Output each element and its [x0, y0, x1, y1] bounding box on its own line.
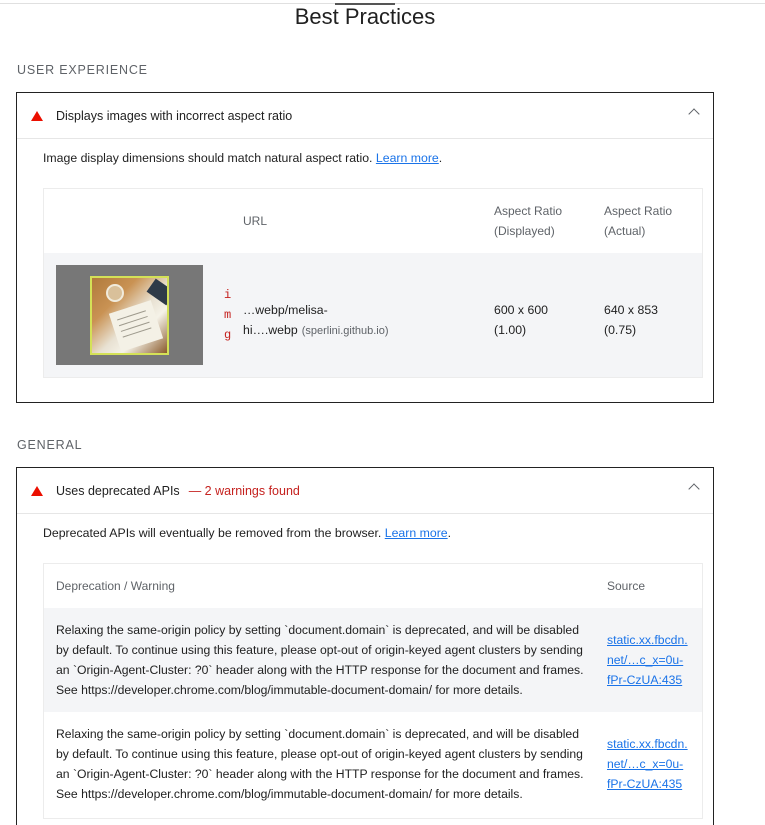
group-title-general: GENERAL [17, 438, 83, 452]
url-cell: …webp/melisa- hi….webp (sperlini.github.i… [243, 253, 494, 377]
header-actual-line1: Aspect Ratio [604, 204, 673, 218]
warning-cell: Relaxing the same-origin policy by setti… [44, 608, 607, 712]
table-header-row: URL Aspect Ratio (Displayed) Aspect Rati… [44, 189, 702, 253]
page-title: Best Practices [294, 4, 436, 29]
node-letter: m [224, 308, 232, 322]
group-title-user-experience: USER EXPERIENCE [17, 63, 148, 77]
actual-cell: 640 x 853 (0.75) [604, 253, 702, 377]
thumbnail-cell [44, 253, 205, 377]
displayed-size: 600 x 600 [494, 303, 549, 317]
warnings-count: — 2 warnings found [188, 483, 300, 498]
node-letter: g [224, 328, 232, 342]
chevron-up-icon[interactable] [688, 483, 700, 495]
image-thumbnail[interactable] [56, 265, 203, 365]
audit-deprecated-apis: Uses deprecated APIs — 2 warnings found … [16, 467, 714, 825]
header-url: URL [243, 214, 268, 228]
warning-line: by default. To continue using this featu… [56, 643, 583, 657]
warning-line: an `Origin-Agent-Cluster: ?0` header alo… [56, 663, 584, 677]
description-period: . [438, 151, 443, 165]
warning-line: by default. To continue using this featu… [56, 747, 583, 761]
source-link[interactable]: net/…c_x=0u- [607, 754, 702, 774]
warning-triangle-icon [31, 110, 43, 121]
warning-line: See https://developer.chrome.com/blog/im… [56, 787, 523, 801]
warning-triangle-icon [31, 485, 43, 496]
header-source: Source [607, 579, 646, 593]
node-letter: i [224, 288, 232, 302]
chevron-up-icon[interactable] [688, 108, 700, 120]
details-table-container: URL Aspect Ratio (Displayed) Aspect Rati… [43, 188, 703, 378]
source-link[interactable]: fPr-CzUA:435 [607, 774, 702, 794]
url-line1[interactable]: …webp/melisa- [243, 300, 494, 320]
audit-aspect-ratio: Displays images with incorrect aspect ra… [16, 92, 714, 403]
warning-cell: Relaxing the same-origin policy by setti… [44, 712, 607, 816]
actual-size: 640 x 853 [604, 303, 659, 317]
audit-title: Uses deprecated APIs [56, 483, 180, 498]
audit-description: Image display dimensions should match na… [17, 139, 713, 165]
actual-ratio: (0.75) [604, 323, 637, 337]
coffee-cup-image [106, 284, 124, 302]
audit-title: Displays images with incorrect aspect ra… [56, 108, 293, 123]
source-link[interactable]: fPr-CzUA:435 [607, 670, 702, 690]
header-actual-line2: (Actual) [604, 224, 646, 238]
notebook-image [108, 300, 164, 352]
warning-line: Relaxing the same-origin policy by setti… [56, 727, 579, 741]
header-displayed-line1: Aspect Ratio [494, 204, 563, 218]
audit-deprecated-header[interactable]: Uses deprecated APIs — 2 warnings found [17, 468, 713, 514]
table-row: i m g …webp/melisa- hi….webp (sperlini.gi… [44, 253, 702, 377]
warning-line: Relaxing the same-origin policy by setti… [56, 623, 579, 637]
deprecations-table: Deprecation / Warning Source Relaxing th… [44, 564, 702, 816]
source-link[interactable]: static.xx.fbcdn. [607, 734, 702, 754]
learn-more-link[interactable]: Learn more [376, 151, 439, 165]
description-text: Deprecated APIs will eventually be remov… [43, 526, 382, 540]
node-cell[interactable]: i m g [205, 253, 243, 377]
displayed-cell: 600 x 600 (1.00) [494, 253, 604, 377]
table-row: Relaxing the same-origin policy by setti… [44, 608, 702, 712]
table-row: Relaxing the same-origin policy by setti… [44, 712, 702, 816]
warning-line: an `Origin-Agent-Cluster: ?0` header alo… [56, 767, 584, 781]
header-thumbnail [44, 189, 205, 253]
source-cell: static.xx.fbcdn. net/…c_x=0u- fPr-CzUA:4… [607, 608, 702, 712]
audit-aspect-ratio-header[interactable]: Displays images with incorrect aspect ra… [17, 93, 713, 139]
header-displayed-line2: (Displayed) [494, 224, 555, 238]
details-table-container: Deprecation / Warning Source Relaxing th… [43, 563, 703, 819]
source-link[interactable]: static.xx.fbcdn. [607, 630, 702, 650]
learn-more-link[interactable]: Learn more [385, 526, 448, 540]
table-header-row: Deprecation / Warning Source [44, 564, 702, 608]
description-period: . [447, 526, 452, 540]
audit-description: Deprecated APIs will eventually be remov… [17, 514, 713, 540]
displayed-ratio: (1.00) [494, 323, 527, 337]
description-text: Image display dimensions should match na… [43, 151, 373, 165]
warning-line: See https://developer.chrome.com/blog/im… [56, 683, 523, 697]
header-aspect-displayed: Aspect Ratio (Displayed) [494, 189, 604, 253]
image-highlight [90, 276, 169, 355]
url-line2[interactable]: hi….webp [243, 323, 298, 337]
url-host: (sperlini.github.io) [301, 325, 389, 337]
aspect-ratio-table: URL Aspect Ratio (Displayed) Aspect Rati… [44, 189, 702, 377]
header-warning: Deprecation / Warning [56, 579, 175, 593]
header-node [205, 189, 243, 253]
source-cell: static.xx.fbcdn. net/…c_x=0u- fPr-CzUA:4… [607, 712, 702, 816]
header-aspect-actual: Aspect Ratio (Actual) [604, 189, 702, 253]
source-link[interactable]: net/…c_x=0u- [607, 650, 702, 670]
